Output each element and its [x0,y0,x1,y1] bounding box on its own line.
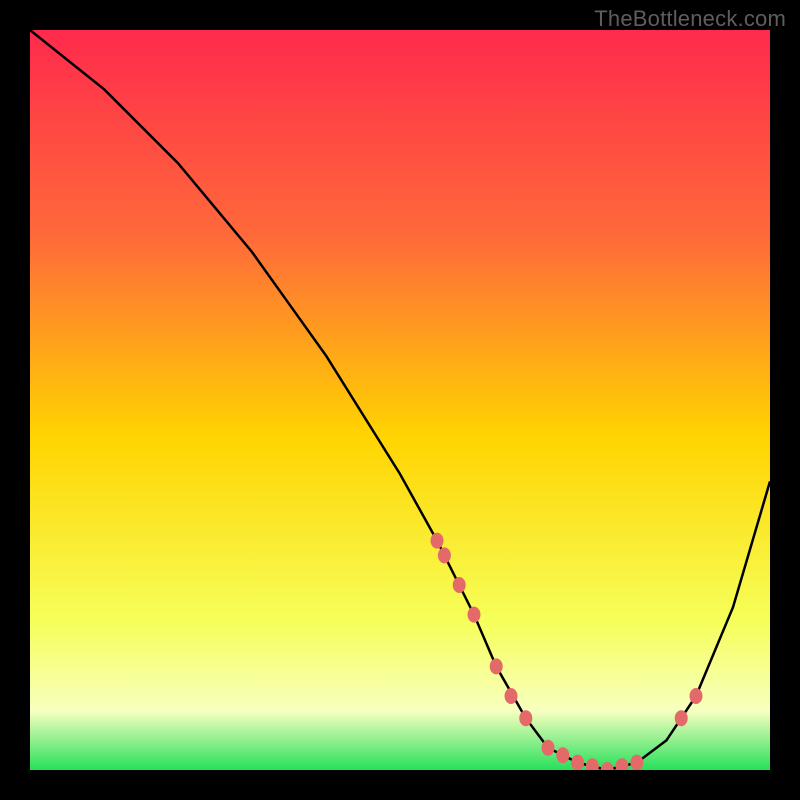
highlight-dot [468,607,481,623]
highlight-dot [453,577,466,593]
highlight-dot [556,747,569,763]
highlight-dot [490,658,503,674]
highlight-dot [519,710,532,726]
highlight-dot [630,755,643,770]
gradient-background [30,30,770,770]
highlight-dot [438,547,451,563]
highlight-dot [675,710,688,726]
chart-frame: TheBottleneck.com [0,0,800,800]
watermark-text: TheBottleneck.com [594,6,786,32]
highlight-dot [542,740,555,756]
highlight-dot [431,533,444,549]
highlight-dot [571,755,584,770]
plot-area [30,30,770,770]
bottleneck-chart [30,30,770,770]
highlight-dot [505,688,518,704]
highlight-dot [690,688,703,704]
